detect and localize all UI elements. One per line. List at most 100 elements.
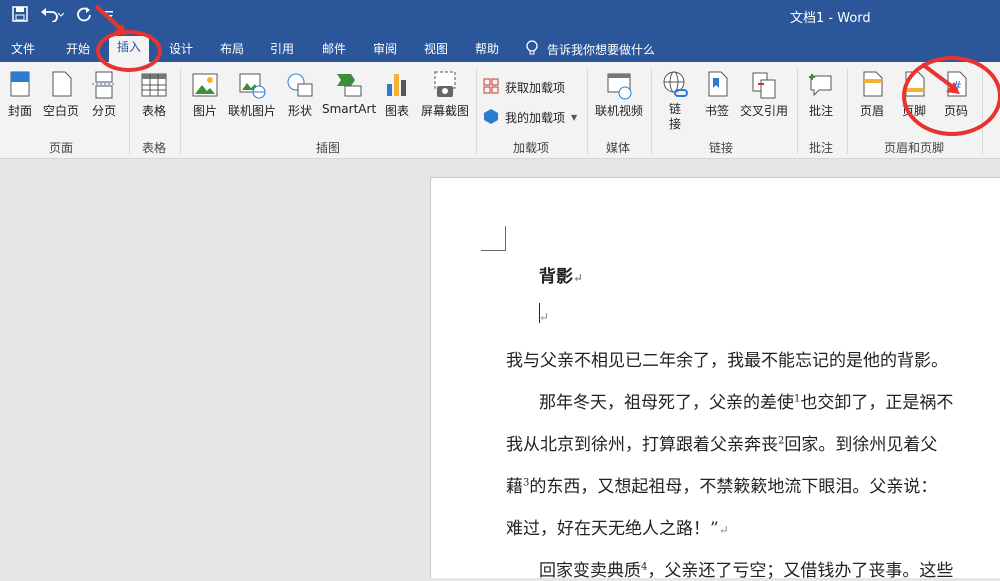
paragraph-line: 那年冬天，祖母死了，父亲的差使1也交卸了，正是祸不 [539, 388, 953, 413]
shapes-icon [286, 70, 314, 100]
redo-icon[interactable] [76, 6, 92, 26]
line-text: 的东西，又想起祖母，不禁簌簌地流下眼泪。父亲说： [529, 477, 938, 497]
screenshot-icon [431, 70, 459, 100]
divider [847, 68, 848, 154]
cover-page-icon [6, 70, 34, 100]
divider [587, 68, 588, 154]
tab-mailings[interactable]: 邮件 [322, 40, 346, 57]
blank-page-button[interactable]: 空白页 [42, 70, 80, 119]
crop-mark [481, 226, 506, 251]
divider [180, 68, 181, 154]
group-label-media: 媒体 [606, 141, 631, 155]
tab-design[interactable]: 设计 [169, 40, 193, 57]
footer-button[interactable]: 页脚 [898, 70, 930, 119]
paragraph-line: 我从北京到徐州，打算跟着父亲奔丧2回家。到徐州见着父 [506, 430, 937, 455]
page-break-icon [90, 70, 118, 100]
screenshot-label: 屏幕截图 [420, 104, 469, 118]
cover-page-button[interactable]: 封面 [5, 70, 35, 119]
page-number-label: 页码 [943, 104, 968, 118]
tab-home[interactable]: 开始 [66, 40, 90, 57]
group-label-header-footer: 页眉和页脚 [884, 141, 945, 155]
tab-insert[interactable]: 插入 [109, 36, 150, 62]
online-pictures-label: 联机图片 [227, 104, 276, 118]
group-label-pages: 页面 [49, 141, 74, 155]
document-page[interactable]: 背影↵ ↵ 我与父亲不相见已二年余了，我最不能忘记的是他的背影。 那年冬天，祖母… [430, 177, 1000, 581]
chart-button[interactable]: 图表 [382, 70, 412, 119]
undo-icon[interactable] [40, 6, 65, 26]
get-addins-button[interactable]: 获取加载项 [483, 78, 565, 97]
line-text: ，父亲还了亏空；又借钱办了丧事。这些 [647, 561, 954, 581]
customize-icon[interactable] [104, 7, 114, 25]
page-number-icon: # [942, 70, 970, 100]
online-video-button[interactable]: 联机视频 [593, 70, 645, 119]
tell-me-box[interactable]: 告诉我你想要做什么 [525, 40, 655, 59]
shapes-label: 形状 [287, 104, 312, 118]
table-icon [140, 70, 168, 100]
shapes-button[interactable]: 形状 [284, 70, 316, 119]
paragraph-line: 我与父亲不相见已二年余了，我最不能忘记的是他的背影。 [506, 346, 948, 371]
lightbulb-icon [525, 40, 539, 59]
my-addins-button[interactable]: 我的加载项 ▼ [483, 108, 577, 127]
video-icon [605, 70, 633, 100]
page-break-button[interactable]: 分页 [88, 70, 120, 119]
table-label: 表格 [141, 104, 166, 118]
screenshot-button[interactable]: 屏幕截图 [418, 70, 472, 119]
line-text: 也交卸了，正是祸不 [800, 393, 954, 413]
tell-me-text: 告诉我你想要做什么 [547, 43, 656, 57]
footer-label: 页脚 [901, 104, 926, 118]
cross-reference-button[interactable]: 交叉引用 [737, 70, 791, 119]
online-picture-icon [238, 70, 266, 100]
addin-icon [483, 108, 499, 127]
header-button[interactable]: 页眉 [856, 70, 888, 119]
smartart-button[interactable]: SmartArt [322, 70, 376, 116]
bookmark-icon [703, 70, 731, 100]
line-text: 藉 [506, 477, 523, 497]
line-text: 我从北京到徐州，打算跟着父亲奔丧 [506, 435, 778, 455]
page-number-button[interactable]: # 页码 [940, 70, 972, 119]
svg-text:#: # [952, 79, 962, 93]
line-text: 回家变卖典质 [539, 561, 641, 581]
line-text: 那年冬天，祖母死了，父亲的差使 [539, 393, 794, 413]
cross-reference-icon [750, 70, 778, 100]
paragraph-mark: ↵ [539, 310, 550, 324]
paragraph-mark: ↵ [573, 271, 584, 285]
save-icon[interactable] [12, 6, 28, 26]
blank-page-label: 空白页 [42, 104, 79, 118]
divider [129, 68, 130, 154]
document-title-text: 背影 [539, 267, 573, 287]
link-button[interactable]: 链 接 [660, 70, 690, 132]
ribbon-tab-bar: 文件 开始 插入 设计 布局 引用 邮件 审阅 视图 帮助 告诉我你想要做什么 [0, 34, 1000, 62]
tab-layout[interactable]: 布局 [220, 40, 244, 57]
paragraph-line: 回家变卖典质4，父亲还了亏空；又借钱办了丧事。这些 [539, 556, 953, 581]
pictures-label: 图片 [192, 104, 217, 118]
document-canvas: 背影↵ ↵ 我与父亲不相见已二年余了，我最不能忘记的是他的背影。 那年冬天，祖母… [0, 159, 1000, 581]
cross-reference-label: 交叉引用 [739, 104, 788, 118]
store-icon [483, 78, 499, 97]
divider [651, 68, 652, 154]
online-pictures-button[interactable]: 联机图片 [226, 70, 278, 119]
table-button[interactable]: 表格 [138, 70, 170, 119]
empty-paragraph: ↵ [539, 306, 549, 326]
paragraph-line: 藉3的东西，又想起祖母，不禁簌簌地流下眼泪。父亲说： [506, 472, 937, 497]
my-addins-label: 我的加载项 [505, 111, 566, 125]
tab-references[interactable]: 引用 [270, 40, 294, 57]
ribbon: 封面 空白页 分页 页面 表格 表格 图片 联机图片 形状 SmartArt 图… [0, 62, 1000, 159]
divider [797, 68, 798, 154]
tab-view[interactable]: 视图 [424, 40, 448, 57]
quick-access-toolbar [12, 6, 114, 26]
header-label: 页眉 [859, 104, 884, 118]
document-title: 背影↵ [539, 262, 583, 287]
comment-button[interactable]: 批注 [805, 70, 837, 119]
smartart-label: SmartArt [322, 102, 377, 116]
bookmark-button[interactable]: 书签 [702, 70, 732, 119]
comment-label: 批注 [808, 104, 833, 118]
page-break-label: 分页 [91, 104, 116, 118]
paragraph-line: 难过，好在天无绝人之路！”↵ [506, 514, 729, 539]
tab-help[interactable]: 帮助 [475, 40, 499, 57]
group-label-addins: 加载项 [513, 141, 550, 155]
group-label-tables: 表格 [142, 141, 167, 155]
tab-review[interactable]: 审阅 [373, 40, 397, 57]
pictures-button[interactable]: 图片 [188, 70, 222, 119]
window-title: 文档1 - Word [790, 11, 871, 26]
tab-file[interactable]: 文件 [11, 40, 35, 57]
